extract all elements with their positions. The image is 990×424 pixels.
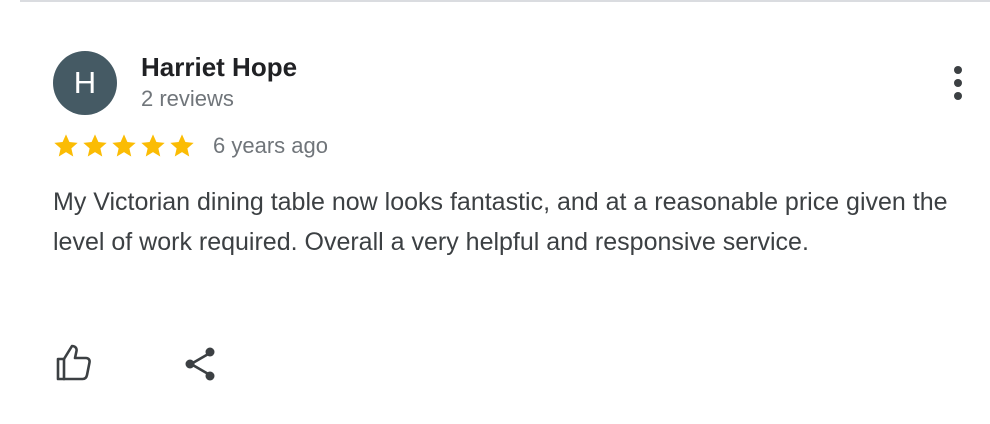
star-icon (141, 134, 165, 157)
star-icon (170, 134, 194, 157)
more-vertical-icon (954, 66, 962, 74)
reviewer-name[interactable]: Harriet Hope (141, 52, 297, 83)
review-card: H Harriet Hope 2 reviews 6 years ago My … (0, 0, 990, 424)
star-icon (83, 134, 107, 157)
like-button[interactable] (51, 340, 95, 384)
more-vertical-icon-dot (954, 92, 962, 100)
avatar[interactable]: H (53, 51, 117, 115)
rating-row: 6 years ago (52, 131, 328, 161)
review-text: My Victorian dining table now looks fant… (53, 188, 948, 256)
review-date: 6 years ago (213, 133, 328, 158)
share-button[interactable] (179, 342, 223, 386)
share-icon (185, 347, 215, 381)
star-icon (54, 134, 78, 157)
more-vertical-icon-dot (954, 79, 962, 87)
avatar-letter: H (73, 65, 97, 100)
star-icon (112, 134, 136, 157)
review-count: 2 reviews (141, 86, 234, 111)
thumbs-up-icon (56, 344, 91, 381)
star-rating (52, 132, 196, 160)
more-options-button[interactable] (938, 62, 978, 104)
